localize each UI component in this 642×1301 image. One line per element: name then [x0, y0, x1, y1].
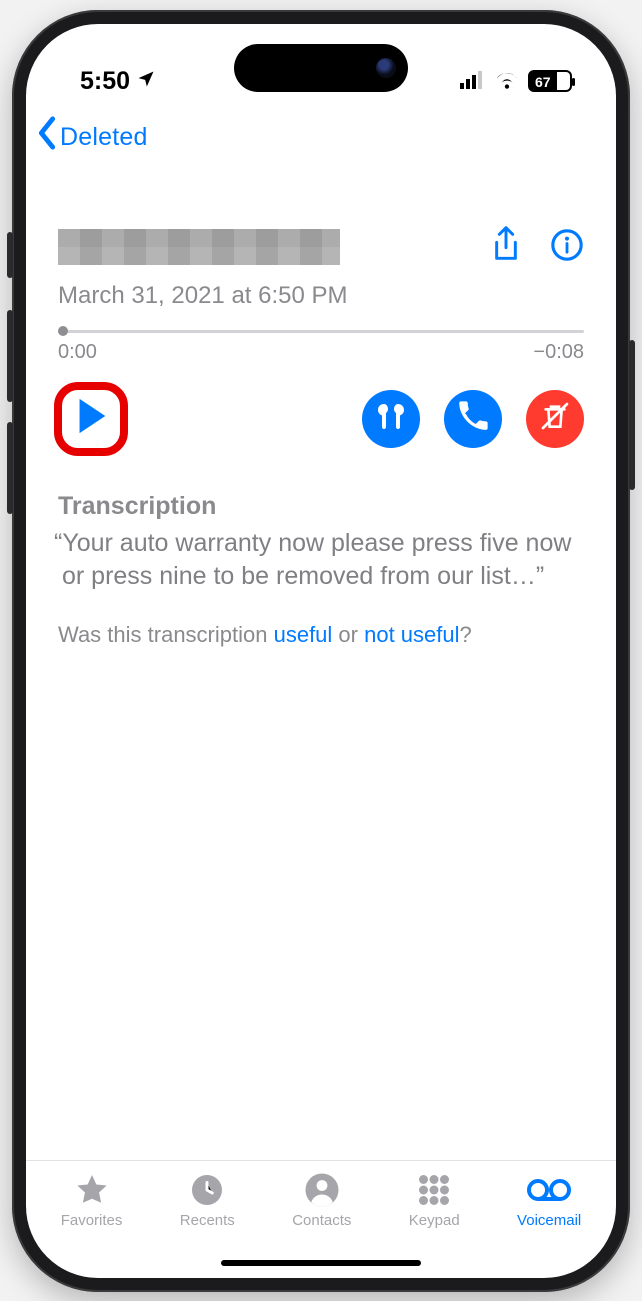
voicemail-timestamp: March 31, 2021 at 6:50 PM: [58, 282, 584, 310]
trash-slash-icon: [539, 400, 571, 437]
mute-switch: [7, 232, 13, 278]
wifi-icon: [494, 67, 520, 96]
cellular-icon: [460, 67, 486, 96]
back-button[interactable]: Deleted: [26, 100, 616, 165]
tab-keypad[interactable]: Keypad: [409, 1171, 460, 1229]
tab-label: Contacts: [292, 1212, 351, 1229]
transcription-heading: Transcription: [58, 492, 584, 521]
feedback-not-useful-link[interactable]: not useful: [364, 622, 459, 647]
battery-percent: 67: [535, 74, 551, 90]
tab-contacts[interactable]: Contacts: [292, 1171, 351, 1229]
volume-up-button: [7, 310, 13, 402]
status-time: 5:50: [80, 67, 130, 96]
volume-down-button: [7, 422, 13, 514]
share-button[interactable]: [490, 225, 522, 270]
side-button: [629, 340, 635, 490]
caller-name-redacted: [58, 229, 340, 265]
play-button[interactable]: [73, 396, 109, 441]
time-elapsed: 0:00: [58, 341, 97, 364]
feedback-qmark: ?: [460, 622, 472, 647]
star-icon: [73, 1171, 111, 1209]
feedback-or: or: [332, 622, 364, 647]
feedback-prefix: Was this transcription: [58, 622, 274, 647]
chevron-left-icon: [36, 116, 58, 159]
highlight-circle: [54, 382, 128, 456]
tab-favorites[interactable]: Favorites: [61, 1171, 123, 1229]
home-indicator[interactable]: [221, 1260, 421, 1266]
undelete-button[interactable]: [526, 390, 584, 448]
tab-label: Keypad: [409, 1212, 460, 1229]
back-label: Deleted: [60, 123, 148, 152]
airpods-icon: [374, 401, 408, 436]
time-remaining: −0:08: [533, 341, 584, 364]
feedback-useful-link[interactable]: useful: [274, 622, 333, 647]
transcription-text: Your auto warranty now please press five…: [58, 527, 584, 595]
clock-icon: [189, 1171, 225, 1209]
person-circle-icon: [304, 1171, 340, 1209]
device-frame: 5:50 67: [12, 10, 630, 1292]
tab-label: Favorites: [61, 1212, 123, 1229]
dynamic-island: [234, 44, 408, 92]
tab-recents[interactable]: Recents: [180, 1171, 235, 1229]
tab-voicemail[interactable]: Voicemail: [517, 1171, 581, 1229]
info-button[interactable]: [550, 228, 584, 267]
keypad-icon: [416, 1171, 452, 1209]
call-back-button[interactable]: [444, 390, 502, 448]
battery-icon: 67: [528, 70, 572, 92]
phone-icon: [458, 401, 488, 436]
tab-label: Recents: [180, 1212, 235, 1229]
scrubber-thumb[interactable]: [58, 326, 68, 336]
tab-label: Voicemail: [517, 1212, 581, 1229]
screen: 5:50 67: [26, 24, 616, 1278]
location-icon: [136, 67, 156, 96]
transcription-feedback: Was this transcription useful or not use…: [58, 622, 584, 648]
voicemail-icon: [526, 1171, 572, 1209]
audio-route-button[interactable]: [362, 390, 420, 448]
playback-scrubber[interactable]: 0:00 −0:08: [58, 330, 584, 364]
